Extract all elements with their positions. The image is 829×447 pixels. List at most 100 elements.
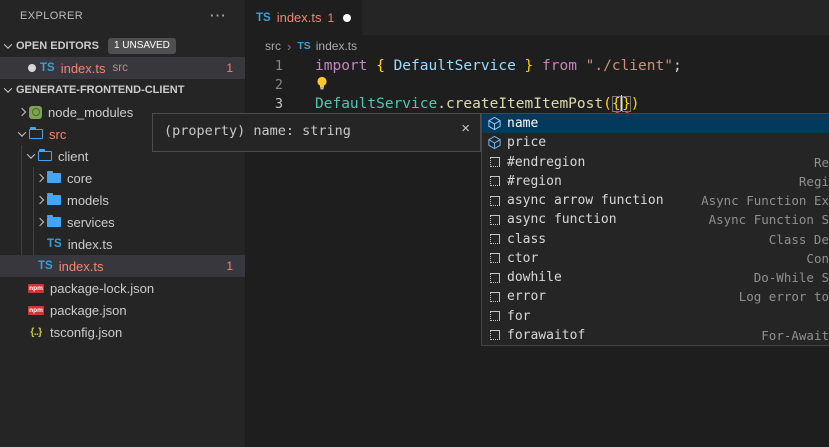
suggest-item-label: #region: [507, 174, 562, 189]
suggest-docs-tooltip: (property) name: string ×: [152, 113, 481, 152]
error-count-badge: 1: [226, 61, 233, 75]
explorer-title: EXPLORER: [20, 10, 83, 22]
npm-file-icon: npm: [28, 306, 44, 315]
lightbulb-icon[interactable]: [315, 76, 329, 97]
chevron-down-icon: [15, 131, 29, 137]
suggest-item-forawaitof[interactable]: forawaitof For-Await: [482, 326, 829, 345]
suggest-item-dowhile[interactable]: dowhile Do-While S: [482, 268, 829, 287]
snippet-icon: [490, 330, 500, 340]
code-editor[interactable]: 1 import { DefaultService } from "./clie…: [245, 57, 829, 114]
breadcrumb-separator-icon: ›: [287, 39, 291, 54]
error-count-badge: 1: [226, 259, 233, 273]
code-line-content: [315, 76, 329, 95]
suggest-item-label: forawaitof: [507, 328, 585, 343]
suggest-item-class[interactable]: class Class De: [482, 230, 829, 249]
semicolon: ;: [673, 58, 682, 74]
line-number: 1: [245, 57, 283, 76]
close-icon[interactable]: ×: [461, 121, 470, 136]
suggest-item-detail: Log error to: [739, 289, 829, 304]
suggest-item-label: price: [507, 135, 546, 150]
snippet-icon: [490, 215, 500, 225]
breadcrumb-folder[interactable]: src: [265, 39, 281, 53]
project-section-header[interactable]: GENERATE-FRONTEND-CLIENT: [0, 79, 245, 101]
suggest-item-label: #endregion: [507, 155, 585, 170]
tree-item-core[interactable]: core: [0, 167, 245, 189]
modified-dot-icon[interactable]: [343, 14, 351, 22]
line-number: 2: [245, 76, 283, 95]
tree-item-label: index.ts: [68, 237, 113, 252]
suggest-item-name[interactable]: name: [482, 114, 829, 133]
suggest-item-for[interactable]: for: [482, 307, 829, 326]
open-editors-section-header[interactable]: OPEN EDITORS 1 UNSAVED: [0, 35, 245, 57]
tree-item-label: models: [67, 193, 109, 208]
tree-item-package-lock-json[interactable]: npm package-lock.json: [0, 277, 245, 299]
suggest-item-async-function[interactable]: async function Async Function S: [482, 210, 829, 229]
folder-open-icon: [29, 129, 43, 139]
tree-item-src-index-ts[interactable]: TS index.ts 1: [0, 255, 245, 277]
close-brace: }: [516, 58, 542, 74]
close-paren: ): [631, 96, 640, 112]
typescript-file-icon: TS: [256, 12, 271, 24]
tree-item-label: index.ts: [59, 259, 104, 274]
modified-dot-icon: [28, 64, 36, 72]
suggest-item-detail: Async Function Ex: [701, 193, 829, 208]
tree-item-client-index-ts[interactable]: TS index.ts: [0, 233, 245, 255]
code-line-3[interactable]: 3 DefaultService.createItemItemPost({}): [245, 95, 829, 114]
chevron-down-icon: [0, 43, 16, 49]
chevron-down-icon: [24, 153, 38, 159]
suggest-item-label: async arrow function: [507, 193, 664, 208]
editor-tab-bar: TS index.ts 1: [245, 0, 829, 35]
dot: .: [437, 96, 446, 112]
tab-title: index.ts: [277, 10, 322, 25]
field-icon: [487, 135, 502, 150]
tree-item-label: package.json: [50, 303, 127, 318]
open-paren: (: [603, 96, 612, 112]
snippet-icon: [490, 273, 500, 283]
suggest-item-price[interactable]: price: [482, 133, 829, 152]
tree-item-services[interactable]: services: [0, 211, 245, 233]
explorer-sidebar: EXPLORER ⋯ OPEN EDITORS 1 UNSAVED TS ind…: [0, 0, 245, 447]
suggest-item-region[interactable]: #region Regi: [482, 172, 829, 191]
line-number: 3: [245, 95, 283, 114]
suggest-item-label: for: [507, 309, 530, 324]
chevron-right-icon: [33, 175, 47, 181]
vscode-window: EXPLORER ⋯ OPEN EDITORS 1 UNSAVED TS ind…: [0, 0, 829, 447]
node-modules-folder-icon: [29, 106, 42, 119]
suggest-item-detail: Regi: [799, 174, 829, 189]
chevron-right-icon: [33, 219, 47, 225]
snippet-icon: [490, 253, 500, 263]
more-actions-icon[interactable]: ⋯: [209, 6, 227, 26]
suggest-item-detail: Re: [814, 155, 829, 170]
tree-item-label: src: [49, 127, 66, 142]
tree-item-label: client: [58, 149, 88, 164]
code-line-2[interactable]: 2: [245, 76, 829, 95]
tooltip-text: (property) name: string: [164, 123, 351, 139]
tree-item-tsconfig-json[interactable]: {..} tsconfig.json: [0, 321, 245, 343]
class-reference: DefaultService: [315, 96, 437, 112]
open-editor-item-index-ts[interactable]: TS index.ts src 1: [0, 57, 245, 79]
tree-item-label: core: [67, 171, 92, 186]
folder-icon: [47, 173, 61, 183]
code-line-content: DefaultService.createItemItemPost({}): [315, 95, 640, 114]
suggest-item-endregion[interactable]: #endregion Re: [482, 153, 829, 172]
chevron-down-icon: [0, 87, 16, 93]
suggest-item-detail: Class De: [769, 232, 829, 247]
typescript-file-icon: TS: [40, 62, 55, 74]
tree-item-label: services: [67, 215, 115, 230]
snippet-icon: [490, 234, 500, 244]
tree-item-label: package-lock.json: [50, 281, 154, 296]
code-line-1[interactable]: 1 import { DefaultService } from "./clie…: [245, 57, 829, 76]
field-icon: [487, 116, 502, 131]
tab-index-ts[interactable]: TS index.ts 1: [245, 0, 362, 35]
unsaved-badge: 1 UNSAVED: [108, 38, 176, 54]
suggest-widget: name price #endregion Re #region Regi as…: [481, 113, 829, 346]
tree-item-package-json[interactable]: npm package.json: [0, 299, 245, 321]
tree-item-models[interactable]: models: [0, 189, 245, 211]
suggest-item-error[interactable]: error Log error to: [482, 287, 829, 306]
suggest-item-async-arrow-function[interactable]: async arrow function Async Function Ex: [482, 191, 829, 210]
import-binding: DefaultService: [394, 58, 516, 74]
suggest-item-detail: Async Function S: [709, 212, 829, 227]
suggest-item-ctor[interactable]: ctor Con: [482, 249, 829, 268]
breadcrumb-file[interactable]: index.ts: [316, 39, 357, 53]
suggest-item-detail: For-Await: [761, 328, 829, 343]
